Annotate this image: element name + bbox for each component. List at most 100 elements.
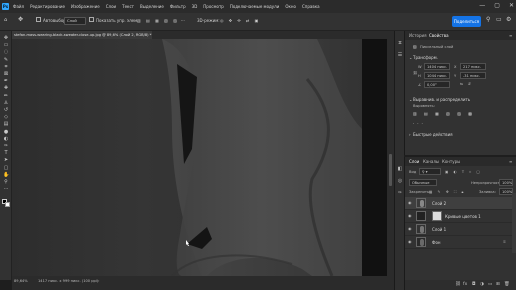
dodge-icon[interactable]: ◐: [3, 136, 9, 142]
flip-icons[interactable]: ⇋ ⇵: [460, 82, 473, 86]
scrollbar-thumb[interactable]: [389, 154, 392, 186]
path-select-icon[interactable]: ➤: [3, 158, 9, 163]
x-field[interactable]: 217 пикс.: [460, 63, 486, 70]
menu-help[interactable]: Справка: [302, 4, 320, 9]
status-menu-icon[interactable]: ›: [98, 279, 99, 283]
menu-select[interactable]: Выделение: [140, 4, 164, 9]
eye-icon[interactable]: ◉: [408, 240, 413, 244]
fill-field[interactable]: 100%: [499, 188, 513, 195]
eye-icon[interactable]: ◉: [408, 214, 413, 218]
layer-row-layer1[interactable]: ◉ Слой 1: [405, 223, 513, 236]
group-icon[interactable]: ▭: [488, 282, 492, 287]
channels-panel-icon[interactable]: ◎: [397, 179, 403, 184]
trash-icon[interactable]: 🗑︎: [504, 282, 510, 287]
menu-image[interactable]: Изображение: [71, 4, 100, 9]
minimize-icon[interactable]: —: [479, 2, 485, 9]
layers-menu-icon[interactable]: ≡: [509, 159, 512, 164]
layer-row-background[interactable]: ◉ Фон ⚿: [405, 236, 513, 249]
blend-mode-dropdown[interactable]: Обычные: [409, 179, 437, 186]
maximize-icon[interactable]: ▢: [494, 2, 500, 9]
layer-name[interactable]: Фон: [432, 240, 441, 245]
home-icon[interactable]: ⌂: [4, 17, 7, 23]
layers-scrollbar[interactable]: [512, 193, 516, 253]
link-icon[interactable]: ⛓: [413, 71, 418, 75]
mask-icon[interactable]: ◘: [472, 282, 476, 287]
canvas-vertical-scrollbar[interactable]: [387, 39, 394, 276]
artboard-icon[interactable]: ▭: [3, 43, 9, 48]
stamp-icon[interactable]: ♙: [3, 100, 9, 106]
search-icon[interactable]: ⚲: [486, 16, 490, 23]
type-icon[interactable]: T: [3, 151, 9, 156]
new-layer-icon[interactable]: ⊞: [496, 282, 500, 287]
settings-icon[interactable]: ⚙: [506, 16, 511, 23]
tab-paths[interactable]: Контуры: [442, 159, 460, 164]
transform-controls-checkbox[interactable]: [89, 17, 94, 22]
align-buttons[interactable]: ▥ ▤ ▦ ▧ ▨ ▩: [413, 111, 475, 116]
menu-type[interactable]: Текст: [122, 4, 134, 9]
lock-icons[interactable]: ▦ ✎ ✥ ⛶ 🔒︎: [429, 190, 465, 194]
layer-name[interactable]: Слой 1: [432, 227, 446, 232]
width-field[interactable]: 1404 пикс.: [424, 63, 450, 70]
more-tools-icon[interactable]: ···: [3, 187, 9, 192]
angle-field[interactable]: 0,00°: [424, 81, 450, 88]
paths-panel-icon[interactable]: ✑: [397, 191, 403, 196]
layer-name[interactable]: Кривые цветов 1: [445, 214, 481, 219]
quick-select-icon[interactable]: ✎: [3, 57, 9, 63]
shape-icon[interactable]: ▢: [3, 165, 9, 171]
fx-icon[interactable]: fx: [463, 282, 467, 287]
move-icon[interactable]: ✥: [3, 36, 9, 41]
brush-icon[interactable]: ✏: [3, 93, 9, 99]
filter-kind-dropdown[interactable]: ⚲ ▾: [419, 168, 441, 175]
align-chevron-icon[interactable]: ⌄: [409, 97, 412, 102]
tab-history[interactable]: История: [409, 33, 427, 38]
eyedropper-icon[interactable]: ✒: [3, 79, 9, 84]
more-options-icon-props[interactable]: ···: [413, 121, 426, 126]
menu-plugins[interactable]: Подключаемые модули: [230, 4, 280, 9]
canvas-area[interactable]: [12, 39, 387, 276]
frame-icon[interactable]: ⊠: [3, 72, 9, 77]
menu-view[interactable]: Просмотр: [203, 4, 224, 9]
layer-name[interactable]: Слой 2: [432, 201, 446, 206]
transform-chevron-icon[interactable]: ⌄: [409, 55, 412, 60]
workspace-icon[interactable]: ▭: [496, 16, 502, 23]
more-options-icon[interactable]: ···: [181, 18, 185, 23]
tab-layers[interactable]: Слои: [409, 159, 419, 164]
auto-select-dropdown[interactable]: Слой: [64, 17, 86, 25]
quick-actions-chevron-icon[interactable]: ›: [409, 132, 411, 137]
share-button[interactable]: Поделиться: [452, 16, 481, 27]
menu-filter[interactable]: Фильтр: [170, 4, 186, 9]
menu-edit[interactable]: Редактирование: [30, 4, 65, 9]
crop-icon[interactable]: ⌗: [3, 64, 9, 70]
tab-channels[interactable]: Каналы: [423, 159, 439, 164]
document-tab[interactable]: stefan-mass-wearing-black-sweater-close-…: [12, 31, 152, 39]
adjustment-icon[interactable]: ◑: [480, 282, 484, 287]
menu-window[interactable]: Окно: [285, 4, 296, 9]
tab-properties[interactable]: Свойства: [429, 33, 449, 38]
menu-3d[interactable]: 3D: [192, 4, 198, 9]
eraser-icon[interactable]: ◇: [3, 115, 9, 120]
eye-icon[interactable]: ◉: [408, 201, 413, 205]
layer-row-layer2[interactable]: ◉ Слой 2: [405, 197, 513, 210]
photoshop-logo[interactable]: Ps: [2, 3, 9, 10]
opacity-field[interactable]: 100%: [499, 179, 513, 186]
history-brush-icon[interactable]: ↺: [3, 108, 9, 113]
lasso-icon[interactable]: ◌: [3, 50, 9, 55]
menu-file[interactable]: Файл: [13, 4, 24, 9]
menu-layers[interactable]: Слои: [106, 4, 116, 9]
hand-icon[interactable]: ✋: [3, 172, 9, 178]
panel-menu-icon[interactable]: ≡: [509, 33, 512, 38]
zoom-level[interactable]: 89,64%: [14, 279, 28, 283]
zoom-icon[interactable]: ⚲: [3, 180, 9, 185]
background-color-swatch[interactable]: [5, 202, 10, 207]
eye-icon[interactable]: ◉: [408, 227, 413, 231]
align-icons[interactable]: ▥ ▤ ▦ ▧ ▨: [137, 18, 179, 23]
link-layers-icon[interactable]: ⛓: [455, 282, 461, 287]
layer-row-curves[interactable]: ◉ Кривые цветов 1: [405, 210, 513, 223]
close-icon[interactable]: ✕: [509, 2, 514, 9]
history-panel-icon[interactable]: ⧖: [397, 41, 403, 46]
auto-select-checkbox[interactable]: [36, 17, 41, 22]
pen-icon[interactable]: ✑: [3, 144, 9, 149]
move-tool-icon[interactable]: ✥: [18, 16, 23, 23]
properties-panel-icon[interactable]: ☰: [397, 53, 403, 58]
filter-icons[interactable]: ▣ ◐ T ⌗ ▢: [445, 170, 482, 174]
